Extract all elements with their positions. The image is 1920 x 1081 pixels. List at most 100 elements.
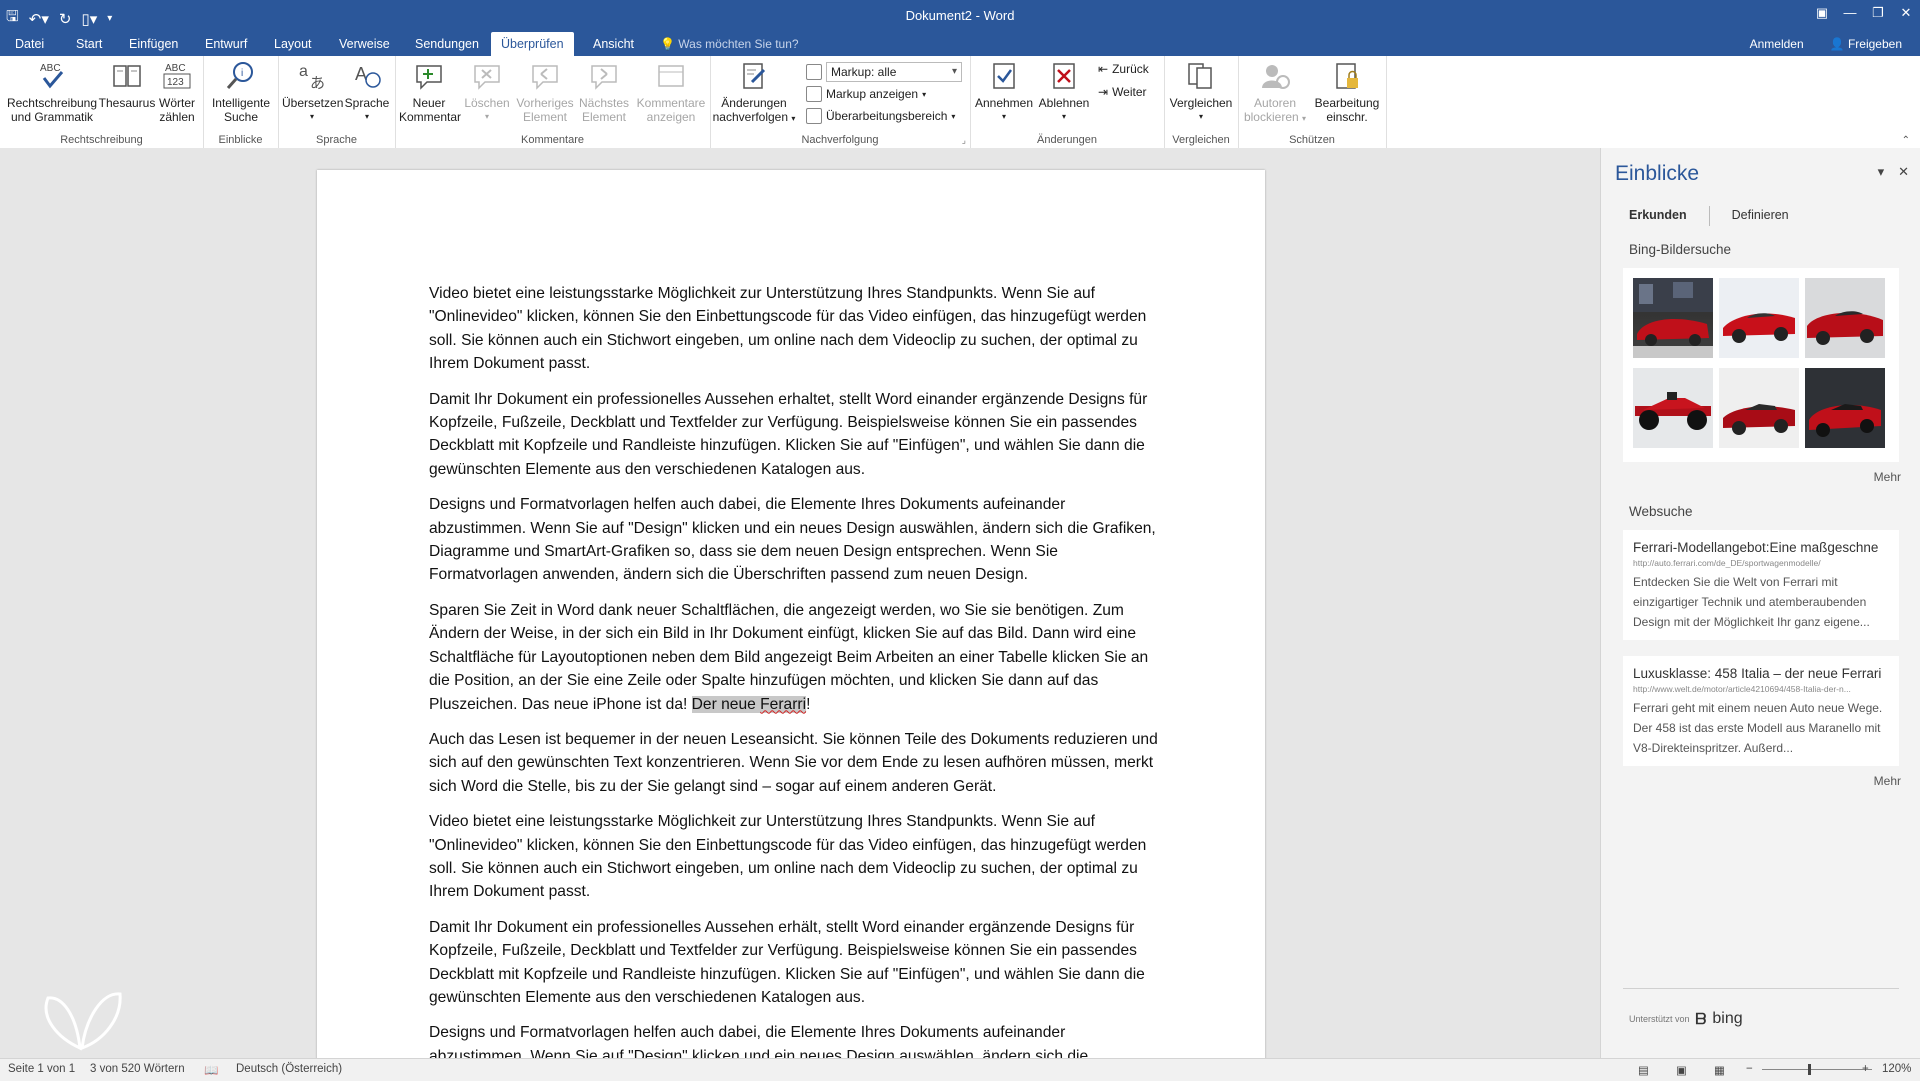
car-image-icon: [1807, 311, 1883, 345]
image-thumbnail[interactable]: [1633, 278, 1713, 358]
result-url: http://auto.ferrari.com/de_DE/sportwagen…: [1633, 558, 1821, 568]
smart-lookup-button[interactable]: i Intelligente Suche: [205, 60, 277, 124]
markup-combo[interactable]: Markup: alle: [826, 62, 962, 82]
svg-text:i: i: [241, 68, 243, 79]
next-change-button[interactable]: ⇥ Weiter: [1098, 85, 1147, 99]
zoom-slider-handle[interactable]: [1808, 1064, 1811, 1075]
delete-comment-icon: [474, 65, 500, 90]
show-markup-button[interactable]: Markup anzeigen ▾: [806, 86, 926, 102]
tab-entwurf[interactable]: Entwurf: [195, 32, 257, 56]
signin-link[interactable]: Anmelden: [1750, 32, 1804, 56]
paragraph[interactable]: Video bietet eine leistungsstarke Möglic…: [429, 282, 1159, 376]
tab-start[interactable]: Start: [66, 32, 112, 56]
tab-einfuegen[interactable]: Einfügen: [119, 32, 188, 56]
paragraph[interactable]: Video bietet eine leistungsstarke Möglic…: [429, 810, 1159, 904]
group-label: Einblicke: [218, 134, 263, 146]
pane-close-icon[interactable]: ✕: [1898, 164, 1909, 180]
accept-button[interactable]: Annehmen ▾: [974, 60, 1034, 124]
document-area[interactable]: Video bietet eine leistungsstarke Möglic…: [0, 148, 1600, 1058]
image-thumbnail[interactable]: [1805, 278, 1885, 358]
minimize-icon[interactable]: —: [1836, 0, 1864, 32]
zoom-level[interactable]: 120%: [1882, 1063, 1911, 1075]
track-changes-button[interactable]: Änderungen nachverfolgen ▾: [712, 60, 796, 126]
restore-icon[interactable]: ❐: [1864, 0, 1892, 32]
tab-layout[interactable]: Layout: [264, 32, 322, 56]
paragraph[interactable]: Designs und Formatvorlagen helfen auch d…: [429, 1021, 1159, 1058]
tab-ueberpruefen[interactable]: Überprüfen: [491, 32, 574, 56]
paragraph[interactable]: Designs und Formatvorlagen helfen auch d…: [429, 493, 1159, 587]
tab-verweise[interactable]: Verweise: [329, 32, 400, 56]
web-result-card[interactable]: Luxusklasse: 458 Italia – der neue Ferra…: [1623, 656, 1899, 766]
more-results-link[interactable]: Mehr: [1874, 774, 1901, 788]
misspelled-word[interactable]: Ferarri: [760, 696, 806, 713]
tell-me-box[interactable]: 💡 Was möchten Sie tun?: [660, 32, 799, 56]
dialog-launcher-icon[interactable]: ⌟: [962, 135, 966, 146]
share-button[interactable]: 👤 Freigeben: [1830, 32, 1902, 56]
collapse-ribbon-icon[interactable]: ⌃: [1902, 135, 1910, 146]
new-comment-button[interactable]: Neuer Kommentar: [399, 60, 461, 124]
more-images-link[interactable]: Mehr: [1874, 470, 1901, 484]
next-comment-button[interactable]: Nächstes Element: [575, 60, 633, 124]
block-authors-button[interactable]: Autoren blockieren ▾: [1242, 60, 1308, 126]
proofing-icon[interactable]: 📖: [204, 1063, 218, 1077]
delete-comment-button[interactable]: Löschen ▾: [461, 60, 513, 124]
selected-text[interactable]: Der neue Ferarri: [691, 695, 807, 713]
web-result-card[interactable]: Ferrari-Modellangebot:Eine maßgeschne ht…: [1623, 530, 1899, 640]
spelling-grammar-button[interactable]: ABC Rechtschreibung und Grammatik: [4, 60, 100, 124]
paragraph[interactable]: Damit Ihr Dokument ein professionelles A…: [429, 388, 1159, 482]
ribbon: ABC Rechtschreibung und Grammatik Thesau…: [0, 56, 1920, 149]
result-title[interactable]: Ferrari-Modellangebot:Eine maßgeschne: [1633, 540, 1889, 555]
group-schuetzen: Autoren blockieren ▾ Bearbeitung einschr…: [1238, 56, 1387, 148]
back-label: Zurück: [1112, 62, 1149, 76]
language-label: Sprache: [344, 96, 390, 110]
zoom-slider-track[interactable]: [1762, 1069, 1872, 1070]
tab-datei[interactable]: Datei: [5, 32, 54, 56]
image-thumbnail[interactable]: [1719, 368, 1799, 448]
paragraph-with-selection[interactable]: Sparen Sie Zeit in Word dank neuer Schal…: [429, 599, 1159, 716]
language-button[interactable]: A Sprache ▾: [342, 60, 392, 124]
page-indicator[interactable]: Seite 1 von 1: [8, 1063, 75, 1075]
car-image-icon: [1723, 313, 1795, 343]
prev-label-2: Element: [522, 110, 568, 124]
thesaurus-button[interactable]: Thesaurus: [98, 60, 156, 110]
tab-explore[interactable]: Erkunden: [1629, 208, 1705, 226]
document-page[interactable]: Video bietet eine leistungsstarke Möglic…: [317, 170, 1265, 1058]
word-count-button[interactable]: ABC 123 Wörter zählen: [154, 60, 200, 124]
group-vergleichen: Vergleichen ▾ Vergleichen: [1164, 56, 1239, 148]
tab-ansicht[interactable]: Ansicht: [583, 32, 644, 56]
zoom-out-icon[interactable]: −: [1746, 1063, 1753, 1075]
paragraph[interactable]: Damit Ihr Dokument ein professionelles A…: [429, 916, 1159, 1010]
selection-suffix: !: [806, 695, 811, 713]
markup-selector[interactable]: Markup: alle: [806, 62, 962, 82]
restrict-editing-button[interactable]: Bearbeitung einschr.: [1310, 60, 1384, 124]
reject-button[interactable]: Ablehnen ▾: [1034, 60, 1094, 124]
dropdown-icon: ▾: [922, 89, 927, 99]
document-body[interactable]: Video bietet eine leistungsstarke Möglic…: [429, 282, 1159, 1058]
tab-define[interactable]: Definieren: [1732, 208, 1807, 226]
image-thumbnail[interactable]: [1719, 278, 1799, 358]
read-mode-icon[interactable]: ▤: [1638, 1063, 1649, 1077]
translate-button[interactable]: aあ Übersetzen ▾: [282, 60, 343, 124]
pane-divider: [1623, 988, 1899, 989]
language-indicator[interactable]: Deutsch (Österreich): [236, 1063, 342, 1075]
car-image-icon: [1809, 404, 1881, 437]
print-layout-icon[interactable]: ▣: [1676, 1063, 1687, 1077]
compare-button[interactable]: Vergleichen ▾: [1166, 60, 1236, 124]
show-comments-button[interactable]: Kommentare anzeigen: [633, 60, 709, 124]
image-thumbnail[interactable]: [1633, 368, 1713, 448]
reviewing-pane-button[interactable]: Überarbeitungsbereich ▾: [806, 108, 955, 124]
pane-options-icon[interactable]: ▾: [1878, 164, 1885, 180]
paragraph[interactable]: Auch das Lesen ist bequemer in der neuen…: [429, 728, 1159, 798]
previous-change-button[interactable]: ⇤ Zurück: [1098, 62, 1149, 76]
showcomments-label-1: Kommentare: [636, 96, 706, 110]
previous-comment-button[interactable]: Vorheriges Element: [515, 60, 575, 124]
ribbon-display-icon[interactable]: ▣: [1808, 0, 1836, 32]
word-count-indicator[interactable]: 3 von 520 Wörtern: [90, 1063, 185, 1075]
close-icon[interactable]: ✕: [1892, 0, 1920, 32]
tab-sendungen[interactable]: Sendungen: [405, 32, 489, 56]
web-layout-icon[interactable]: ▦: [1714, 1063, 1725, 1077]
ribbon-tabs: Datei Start Einfügen Entwurf Layout Verw…: [0, 32, 1920, 56]
zoom-in-icon[interactable]: +: [1862, 1063, 1869, 1075]
result-title[interactable]: Luxusklasse: 458 Italia – der neue Ferra…: [1633, 666, 1889, 681]
image-thumbnail[interactable]: [1805, 368, 1885, 448]
